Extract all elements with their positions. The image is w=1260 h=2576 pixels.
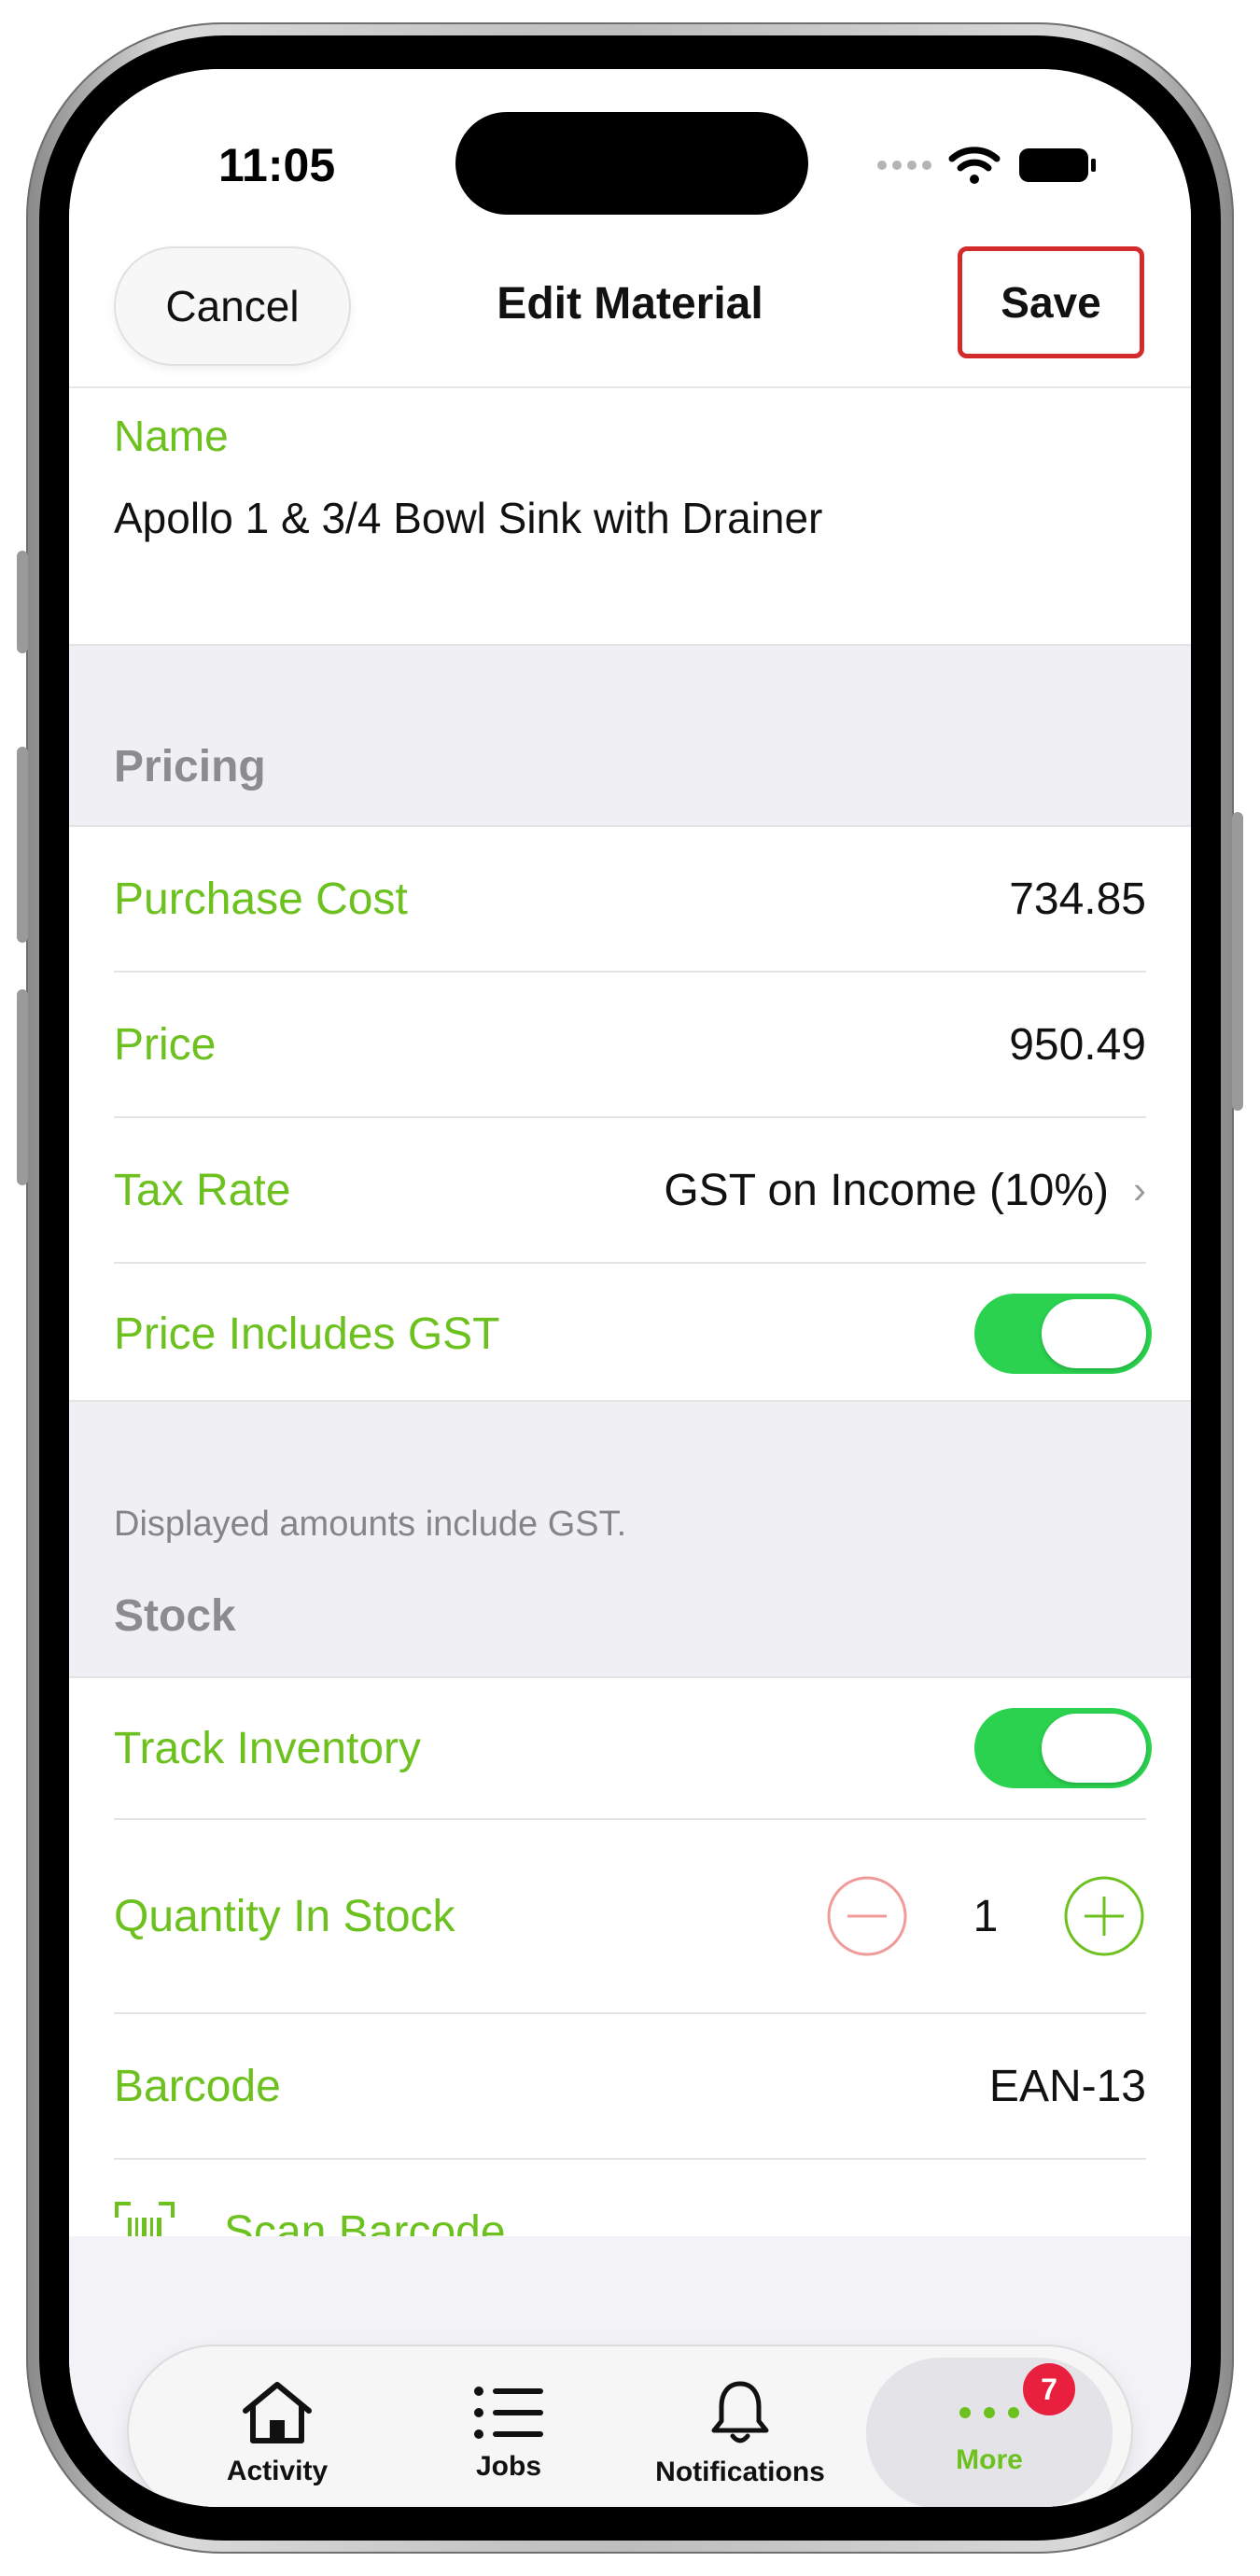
tax-rate-row[interactable]: Tax Rate GST on Income (10%) ›	[114, 1118, 1146, 1262]
chevron-right-icon: ›	[1133, 1168, 1146, 1211]
tab-notifications[interactable]: Notifications	[623, 2346, 857, 2507]
quantity-row: Quantity In Stock 1	[114, 1820, 1146, 2012]
notification-badge: 7	[1023, 2363, 1075, 2415]
save-button[interactable]: Save	[958, 246, 1144, 358]
wifi-icon	[948, 147, 1001, 184]
volume-up-button	[17, 747, 28, 943]
quantity-stepper: 1	[825, 1874, 1146, 1958]
tab-label: Notifications	[655, 2457, 825, 2487]
tab-jobs[interactable]: Jobs	[392, 2346, 625, 2507]
stock-header: Stock	[114, 1591, 236, 1641]
volume-down-button	[17, 989, 28, 1185]
stock-group: Track Inventory Quantity In Stock 1 Barc…	[69, 1676, 1191, 2311]
status-time: 11:05	[218, 139, 336, 191]
name-section: Name Apollo 1 & 3/4 Bowl Sink with Drain…	[69, 388, 1191, 646]
more-dots-icon	[959, 2407, 1019, 2418]
barcode-row[interactable]: Barcode EAN-13	[114, 2014, 1146, 2158]
action-button	[17, 551, 28, 653]
navigation-bar: Cancel Edit Material Save	[69, 228, 1191, 388]
tab-more[interactable]: More 7	[866, 2358, 1113, 2507]
purchase-cost-row[interactable]: Purchase Cost 734.85	[114, 827, 1146, 971]
battery-icon	[1019, 148, 1096, 182]
gst-footnote: Displayed amounts include GST.	[114, 1505, 627, 1544]
minus-circle-icon[interactable]	[825, 1874, 909, 1958]
toggle-knob	[1042, 1299, 1146, 1368]
price-field[interactable]: 950.49	[1009, 1019, 1146, 1071]
barcode-type-value[interactable]: EAN-13	[989, 2061, 1146, 2112]
plus-circle-icon[interactable]	[1062, 1874, 1146, 1958]
track-inventory-row: Track Inventory	[114, 1678, 1152, 1818]
list-icon	[474, 2387, 543, 2439]
pricing-group: Purchase Cost 734.85 Price 950.49 Tax Ra…	[69, 825, 1191, 1402]
app-screen: 11:05 Cancel Edit Material Save Name Apo…	[69, 69, 1191, 2507]
track-inventory-toggle[interactable]	[974, 1708, 1152, 1788]
tab-bar: Activity Jobs Notifications More 7	[127, 2345, 1133, 2507]
tab-label: More	[956, 2444, 1023, 2475]
status-bar: 11:05	[69, 69, 1191, 228]
price-includes-gst-row: Price Includes GST	[114, 1264, 1152, 1404]
cellular-signal-icon	[877, 161, 931, 170]
price-includes-gst-toggle[interactable]	[974, 1294, 1152, 1374]
tab-label: Activity	[226, 2456, 329, 2486]
track-inventory-label: Track Inventory	[114, 1723, 421, 1773]
status-icons	[877, 146, 1098, 185]
quantity-value: 1	[973, 1891, 999, 1941]
barcode-label: Barcode	[114, 2061, 281, 2111]
quantity-label: Quantity In Stock	[114, 1891, 455, 1941]
tax-rate-label: Tax Rate	[114, 1165, 291, 1215]
name-label: Name	[114, 412, 229, 460]
tab-activity[interactable]: Activity	[161, 2346, 394, 2507]
purchase-cost-field[interactable]: 734.85	[1009, 874, 1146, 925]
tax-rate-value: GST on Income (10%)	[664, 1165, 1109, 1215]
dynamic-island	[455, 112, 808, 215]
toggle-knob	[1042, 1714, 1146, 1783]
purchase-cost-label: Purchase Cost	[114, 874, 408, 924]
pricing-header: Pricing	[114, 742, 266, 791]
home-icon	[243, 2382, 312, 2443]
price-includes-gst-label: Price Includes GST	[114, 1309, 500, 1359]
price-label: Price	[114, 1019, 217, 1070]
tab-bar-area: Activity Jobs Notifications More 7	[69, 2236, 1191, 2507]
tab-label: Jobs	[475, 2451, 542, 2482]
bell-icon	[711, 2381, 769, 2443]
price-row[interactable]: Price 950.49	[114, 973, 1146, 1116]
power-button	[1232, 812, 1243, 1111]
name-field[interactable]: Apollo 1 & 3/4 Bowl Sink with Drainer	[114, 493, 822, 543]
